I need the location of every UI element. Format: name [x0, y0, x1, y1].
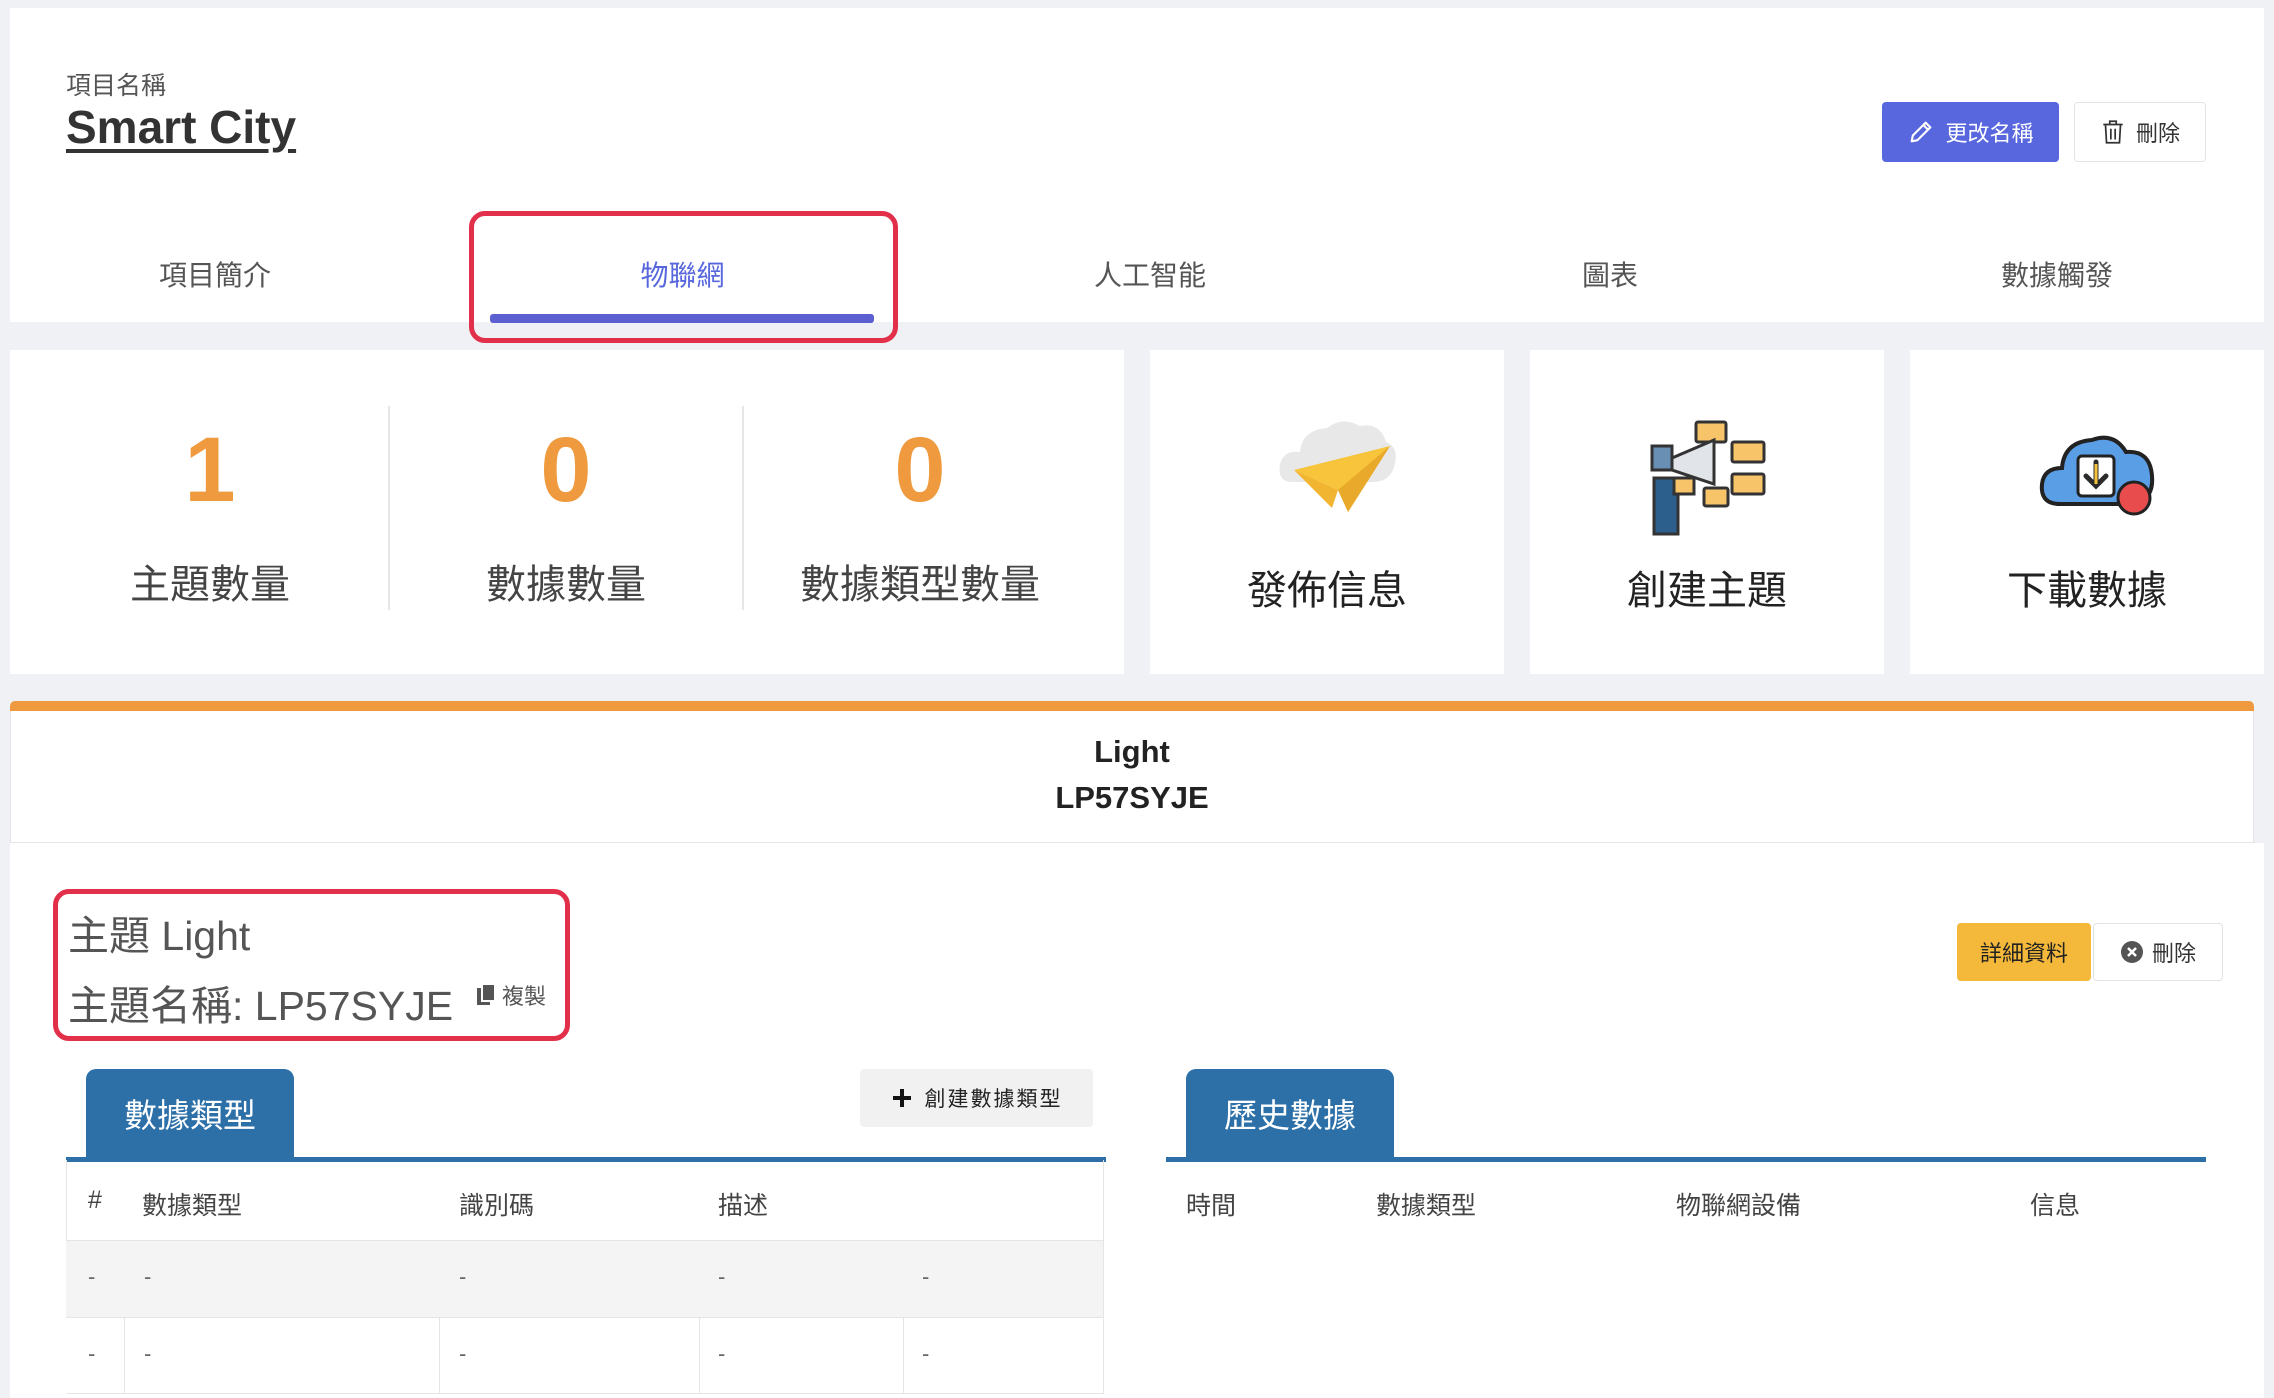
- paper-plane-cloud-icon: [1279, 421, 1396, 512]
- delete-topic-label: 刪除: [2151, 941, 2196, 966]
- publish-message-label: 發佈信息: [1247, 569, 1407, 613]
- history-data-tab[interactable]: 歷史數據: [1186, 1069, 1394, 1157]
- topic-panel-accent-bar: [10, 701, 2254, 711]
- column-header-data-type: 數據類型: [1376, 1192, 1477, 1220]
- topic-panel-header: [10, 711, 2254, 843]
- delete-project-label: 刪除: [2135, 121, 2180, 146]
- data-count-label: 數據數量: [486, 563, 646, 607]
- table-cell: -: [718, 1341, 726, 1366]
- tab-charts[interactable]: 圖表: [1410, 226, 1810, 322]
- project-name-label: 項目名稱: [66, 72, 167, 100]
- data-types-tab-line: [66, 1157, 1106, 1162]
- create-data-type-button[interactable]: 創建數據類型: [860, 1069, 1093, 1127]
- column-header-message: 信息: [2030, 1192, 2081, 1220]
- table-cell: -: [718, 1264, 726, 1289]
- topic-header-title: Light: [1094, 734, 1170, 769]
- column-header-index: #: [88, 1186, 102, 1214]
- column-header-data-type: 數據類型: [142, 1192, 243, 1220]
- trash-icon: [2103, 120, 2123, 144]
- data-type-count-value: 0: [894, 419, 946, 521]
- create-topic-card[interactable]: 創建主題: [1530, 350, 1884, 674]
- column-header-iot-device: 物聯網設備: [1676, 1192, 1802, 1220]
- table-column-divider: [903, 1317, 904, 1394]
- table-column-divider: [124, 1317, 125, 1394]
- table-border: [1103, 1160, 1104, 1394]
- cloud-download-icon: [2039, 435, 2155, 516]
- table-column-divider: [699, 1317, 700, 1394]
- rename-button-label: 更改名稱: [1945, 121, 2034, 146]
- table-cell: -: [459, 1341, 467, 1366]
- column-header-identifier: 識別碼: [459, 1192, 535, 1220]
- data-types-tab[interactable]: 數據類型: [86, 1069, 294, 1157]
- table-cell: -: [922, 1341, 930, 1366]
- pencil-icon: [1911, 121, 1932, 143]
- table-cell: -: [922, 1264, 930, 1289]
- data-count-value: 0: [540, 419, 592, 521]
- data-type-count-label: 數據類型數量: [800, 563, 1040, 607]
- rename-button[interactable]: 更改名稱: [1882, 102, 2059, 162]
- tab-data-trigger[interactable]: 數據觸發: [1850, 226, 2264, 322]
- plus-icon: [892, 1089, 911, 1107]
- topic-details-button[interactable]: 詳細資料: [1957, 923, 2091, 981]
- tab-ai[interactable]: 人工智能: [950, 226, 1350, 322]
- delete-topic-button[interactable]: 刪除: [2093, 923, 2223, 981]
- table-cell: -: [144, 1341, 152, 1366]
- topic-header-code: LP57SYJE: [1055, 780, 1209, 815]
- stat-divider: [388, 406, 390, 610]
- table-cell: -: [88, 1264, 96, 1289]
- topic-count-value: 1: [184, 419, 236, 521]
- table-cell: -: [144, 1264, 152, 1289]
- column-header-time: 時間: [1186, 1192, 1237, 1220]
- column-header-description: 描述: [718, 1192, 769, 1220]
- stat-divider: [742, 406, 744, 610]
- history-tab-line: [1166, 1157, 2206, 1162]
- project-name[interactable]: Smart City: [66, 100, 296, 154]
- create-topic-label: 創建主題: [1627, 569, 1787, 613]
- topic-highlight-box: [53, 889, 570, 1041]
- tab-highlight-box: [469, 211, 898, 343]
- tab-overview[interactable]: 項目簡介: [10, 226, 420, 322]
- table-cell: -: [88, 1341, 96, 1366]
- topic-count-label: 主題數量: [130, 563, 290, 607]
- table-column-divider: [439, 1317, 440, 1394]
- download-data-card[interactable]: 下載數據: [1910, 350, 2264, 674]
- table-row: [66, 1240, 1103, 1317]
- table-cell: -: [459, 1264, 467, 1289]
- megaphone-chat-icon: [1650, 420, 1766, 536]
- download-data-label: 下載數據: [2007, 569, 2167, 613]
- close-circle-icon: [2120, 941, 2143, 963]
- table-row: [66, 1317, 1103, 1394]
- publish-message-card[interactable]: 發佈信息: [1150, 350, 1504, 674]
- delete-project-button[interactable]: 刪除: [2074, 102, 2206, 162]
- create-data-type-label: 創建數據類型: [924, 1088, 1063, 1111]
